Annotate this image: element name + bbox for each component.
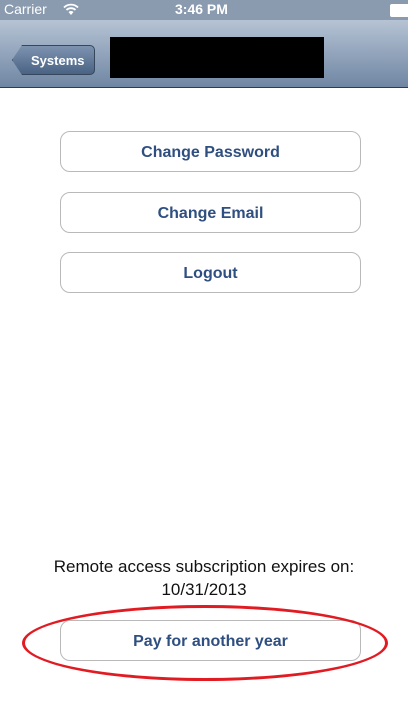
subscription-expiry-date: 10/31/2013 [161,580,247,599]
status-time: 3:46 PM [175,1,228,17]
pay-another-year-button[interactable]: Pay for another year [60,620,361,661]
wifi-icon [63,3,79,15]
status-bar: Carrier 3:46 PM [0,0,408,20]
redacted-title [110,37,324,78]
change-email-button[interactable]: Change Email [60,192,361,233]
back-button-systems[interactable]: Systems [12,45,96,75]
subscription-expires-label: Remote access subscription expires on: [53,557,355,576]
navigation-bar: Systems [0,20,408,88]
carrier-label: Carrier [4,1,47,17]
change-password-button[interactable]: Change Password [60,131,361,172]
logout-button[interactable]: Logout [60,252,361,293]
battery-icon [390,4,408,17]
